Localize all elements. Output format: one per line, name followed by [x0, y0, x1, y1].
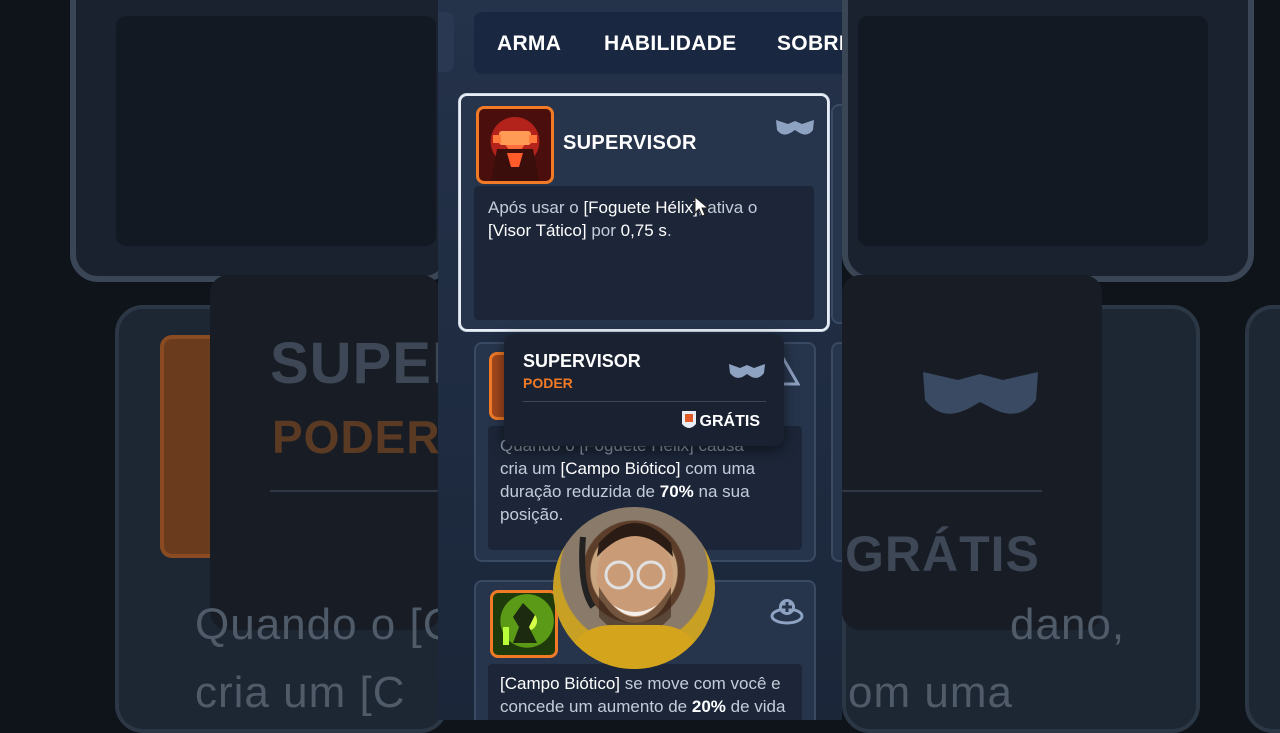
background-frame-left — [70, 0, 452, 282]
goggles-icon — [776, 120, 814, 135]
background-divider-left — [270, 490, 440, 492]
supervisor-icon — [476, 106, 554, 184]
card-description: Após usar o [Foguete Hélix], ativa o [Vi… — [474, 186, 814, 320]
background-price: GRÁTIS — [845, 526, 1040, 582]
background-subtitle: PODER — [272, 411, 441, 463]
side-card-1[interactable] — [831, 104, 842, 324]
background-text-2: cria um [C — [195, 668, 406, 717]
tab-bar: ARMA HABILIDADE SOBRI — [474, 12, 842, 74]
tooltip-subtitle: PODER — [523, 375, 573, 391]
tooltip-popup: SUPERVISOR PODER GRÁTIS — [504, 334, 784, 446]
background-text-3: dano, — [1010, 600, 1126, 649]
background-card-far-right — [1245, 305, 1280, 733]
upgrade-card-supervisor[interactable]: SUPERVISOR Após usar o [Foguete Hélix], … — [459, 94, 829, 331]
background-goggles-icon — [923, 372, 1038, 414]
background-frame-right — [842, 0, 1254, 282]
tooltip-goggles-icon — [729, 364, 765, 378]
currency-icon — [682, 411, 696, 428]
biotic-field-icon — [490, 590, 558, 658]
streamer-facecam — [553, 507, 715, 669]
background-divider-right — [842, 490, 1042, 492]
cursor-icon — [694, 196, 710, 217]
tab-habilidade[interactable]: HABILIDADE — [604, 32, 737, 56]
card-3-description: [Campo Biótico] se move com você e conce… — [488, 664, 802, 720]
tooltip-title: SUPERVISOR — [523, 351, 641, 371]
tooltip-price: GRÁTIS — [699, 413, 760, 430]
background-text-4: om uma — [848, 668, 1013, 717]
card-title: SUPERVISOR — [563, 132, 697, 154]
biotic-icon — [770, 599, 804, 625]
tab-arma[interactable]: ARMA — [497, 32, 561, 56]
background-text-1: Quando o [C — [195, 600, 456, 649]
tab-sobrecarga[interactable]: SOBRI — [777, 32, 842, 56]
tooltip-divider — [523, 401, 766, 402]
panel-left-edge — [438, 12, 454, 72]
side-card-2[interactable] — [831, 342, 842, 562]
